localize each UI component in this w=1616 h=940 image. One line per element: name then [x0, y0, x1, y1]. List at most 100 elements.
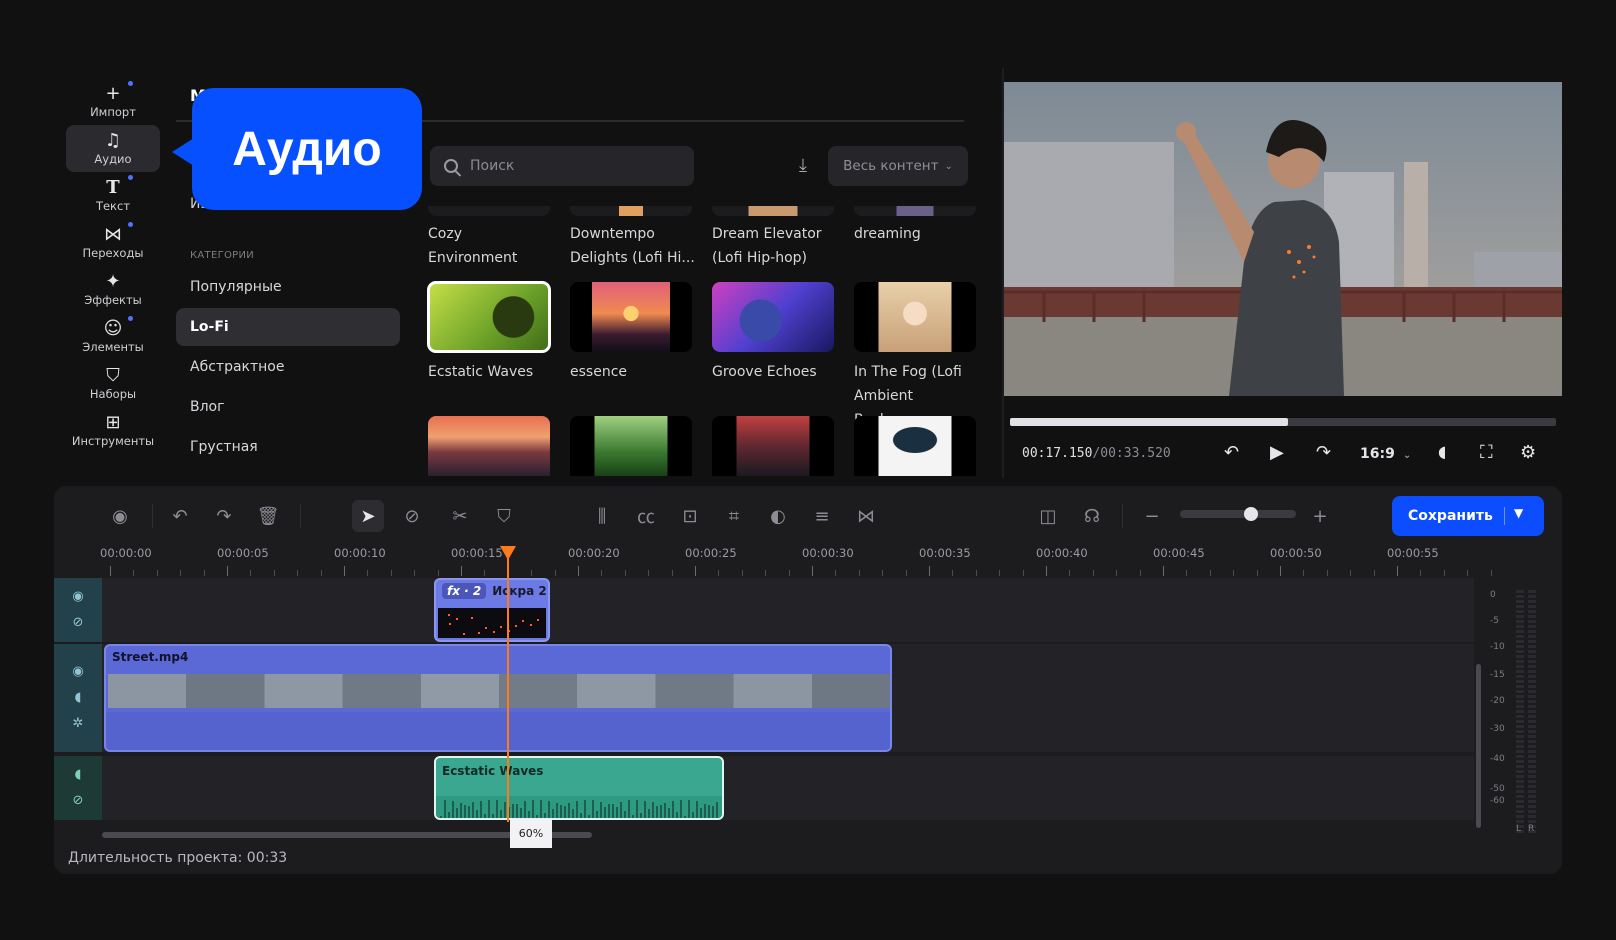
- timecode: 00:17.150/00:33.520: [1022, 446, 1171, 461]
- tool-import[interactable]: + Импорт: [66, 78, 160, 125]
- ai-icon[interactable]: ⋈: [850, 500, 882, 532]
- waveform-bar: [444, 800, 446, 818]
- forward-icon[interactable]: ↷: [1316, 442, 1331, 463]
- ruler-label: 00:00:15: [451, 546, 503, 560]
- unlink-icon[interactable]: ⊘: [73, 788, 84, 814]
- redo-icon[interactable]: ↷: [208, 500, 240, 532]
- ruler-tick: [344, 566, 345, 576]
- eye-icon[interactable]: ◉: [72, 659, 83, 685]
- track-lane-audio[interactable]: [102, 756, 1474, 820]
- tool-text[interactable]: T Текст: [66, 172, 160, 219]
- waveform-bar: [620, 801, 622, 818]
- track-card[interactable]: dreaming: [854, 222, 978, 246]
- track-card[interactable]: Groove Echoes: [712, 282, 836, 384]
- ruler-tick: [297, 570, 299, 576]
- ruler-label: 00:00:45: [1153, 546, 1205, 560]
- volume-icon[interactable]: ◖: [1438, 442, 1446, 461]
- rewind-icon[interactable]: ↶: [1224, 442, 1239, 463]
- category-vlog[interactable]: Влог: [176, 388, 400, 426]
- ruler-tick: [1233, 570, 1235, 576]
- color-icon[interactable]: ◐: [762, 500, 794, 532]
- split-audio-icon[interactable]: ⫼: [586, 500, 618, 532]
- tool-effects[interactable]: ✦ Эффекты: [66, 266, 160, 313]
- track-thumbnail: [854, 282, 976, 352]
- crop-icon[interactable]: ⌗: [718, 500, 750, 532]
- play-icon[interactable]: ▶: [1270, 442, 1284, 463]
- vertical-scrollbar[interactable]: [1476, 664, 1481, 828]
- waveform-bar: [616, 807, 618, 818]
- undo-icon[interactable]: ↶: [164, 500, 196, 532]
- category-abstract[interactable]: Абстрактное: [176, 348, 400, 386]
- playback-progress[interactable]: [1010, 418, 1556, 426]
- audio-clip[interactable]: Ecstatic Waves: [434, 756, 724, 820]
- tool-elements[interactable]: ☺ Элементы: [66, 313, 160, 360]
- playhead[interactable]: [507, 550, 509, 822]
- audio-waveform: [436, 796, 722, 818]
- zoom-out-icon[interactable]: −: [1136, 500, 1168, 532]
- ruler-label: 00:00:55: [1387, 546, 1439, 560]
- waveform-bar: [624, 810, 626, 818]
- speaker-icon[interactable]: ◖: [75, 685, 82, 711]
- track-card[interactable]: essence: [570, 282, 694, 384]
- adjust-icon[interactable]: ≡: [806, 500, 838, 532]
- scissors-icon[interactable]: ✂: [444, 500, 476, 532]
- category-lofi[interactable]: Lo-Fi: [176, 308, 400, 346]
- aspect-ratio-select[interactable]: 16:9 ⌄: [1360, 446, 1411, 462]
- track-thumbnail[interactable]: [712, 416, 834, 476]
- audio-detach-icon[interactable]: ◫: [1032, 500, 1064, 532]
- spark-dot: [449, 623, 451, 625]
- fullscreen-icon[interactable]: ⛶: [1480, 442, 1493, 463]
- chevron-down-icon[interactable]: ▼: [1514, 506, 1523, 520]
- video-clip[interactable]: Street.mp4: [104, 644, 892, 752]
- spark-dot: [537, 619, 539, 621]
- zoom-in-icon[interactable]: +: [1304, 500, 1336, 532]
- captions-icon[interactable]: ㏄: [630, 500, 662, 532]
- track-card[interactable]: Downtempo Delights (Lofi Hi...: [570, 222, 698, 270]
- search-input[interactable]: [470, 158, 670, 174]
- tool-instruments[interactable]: ⊞ Инструменты: [66, 407, 160, 454]
- tool-packs[interactable]: ⛉ Наборы: [66, 360, 160, 407]
- track-card[interactable]: In The Fog (Lofi Ambient Backgr...: [854, 282, 978, 432]
- track-title: Cozy Environment: [428, 226, 518, 266]
- tool-transitions[interactable]: ⋈ Переходы: [66, 219, 160, 266]
- category-sad[interactable]: Грустная: [176, 428, 400, 466]
- track-thumbnail[interactable]: [428, 416, 550, 476]
- trash-icon[interactable]: 🗑: [252, 500, 284, 532]
- effect-clip[interactable]: fx · 2 Искра 2: [434, 578, 550, 642]
- timeline-ruler[interactable]: 00:00:00 00:00:05 00:00:10 00:00:15 00:00:20…: [100, 546, 1492, 576]
- content-filter-dropdown[interactable]: Весь контент ⌄: [828, 146, 968, 186]
- marker-tool-icon[interactable]: ⊘: [396, 500, 428, 532]
- zoom-slider[interactable]: [1180, 507, 1296, 521]
- tool-audio[interactable]: ♫ Аудио: [66, 125, 160, 172]
- waveform-bar: [704, 803, 706, 818]
- track-card[interactable]: Cozy Environment: [428, 222, 552, 270]
- eye-icon[interactable]: ◉: [72, 584, 83, 610]
- sun-icon[interactable]: ✲: [73, 711, 84, 737]
- meter-db-label: -50: [1490, 784, 1505, 794]
- spark-dot: [500, 626, 502, 628]
- select-pointer-icon[interactable]: ➤: [352, 500, 384, 532]
- magnet-icon[interactable]: ☊: [1076, 500, 1108, 532]
- track-card-selected[interactable]: Ecstatic Waves: [427, 281, 552, 384]
- shield-icon[interactable]: ⛉: [488, 500, 520, 532]
- record-icon[interactable]: ◉: [104, 500, 136, 532]
- video-preview[interactable]: [1004, 82, 1562, 396]
- save-button[interactable]: Сохранить ▼: [1392, 496, 1544, 536]
- gear-icon[interactable]: ⚙: [1520, 442, 1536, 463]
- unlink-icon[interactable]: ⊘: [73, 610, 84, 636]
- track-card[interactable]: Dream Elevator (Lofi Hip-hop): [712, 222, 840, 270]
- download-icon[interactable]: ⤓: [790, 152, 816, 178]
- zoom-knob[interactable]: [1244, 507, 1258, 521]
- transition-icon: ⋈: [104, 224, 122, 245]
- waveform-bar: [688, 800, 690, 818]
- speaker-icon[interactable]: ◖: [75, 762, 82, 788]
- meter-db-label: -10: [1490, 642, 1505, 652]
- category-popular[interactable]: Популярные: [176, 268, 400, 306]
- focus-icon[interactable]: ⊡: [674, 500, 706, 532]
- categories-header: КАТЕГОРИИ: [190, 250, 255, 261]
- track-lane-fx[interactable]: [102, 578, 1474, 642]
- separator: [1122, 504, 1123, 528]
- track-thumbnail[interactable]: [570, 416, 692, 476]
- search-box[interactable]: [430, 146, 694, 186]
- track-thumbnail[interactable]: [854, 416, 976, 476]
